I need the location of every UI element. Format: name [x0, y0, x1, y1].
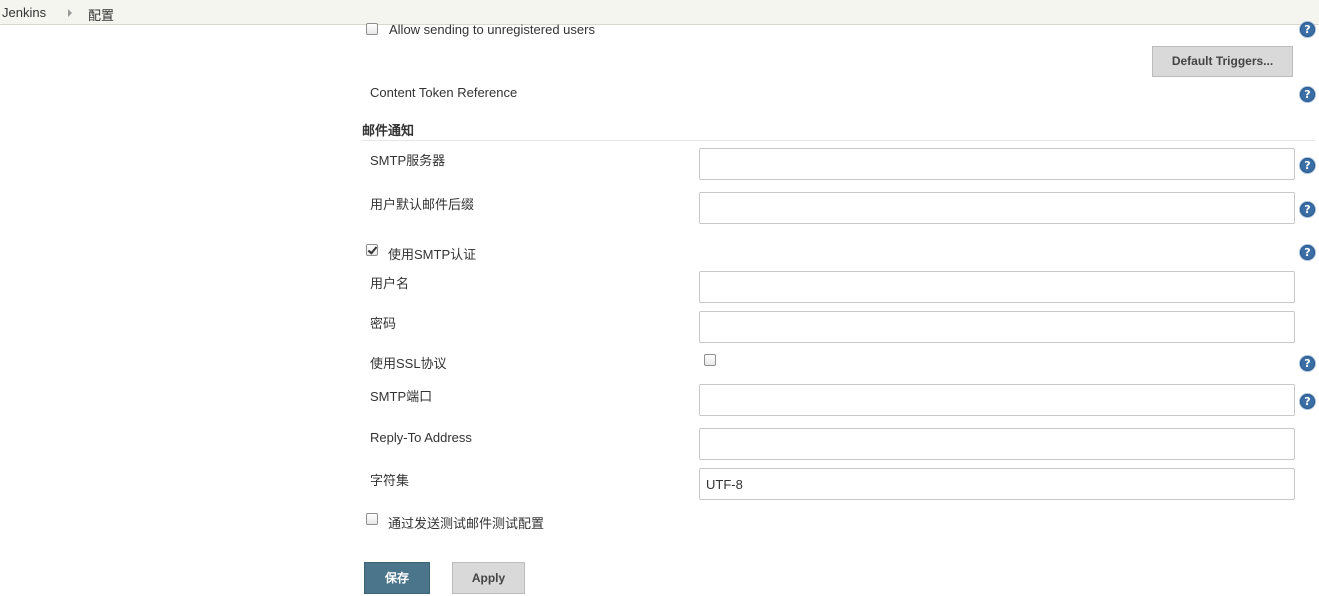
help-icon[interactable]: ? [1300, 394, 1315, 409]
allow-unregistered-checkbox[interactable] [366, 23, 378, 35]
section-title-mail: 邮件通知 [362, 123, 415, 138]
use-smtp-auth-checkbox[interactable] [366, 244, 378, 256]
use-ssl-checkbox[interactable] [704, 354, 716, 366]
default-triggers-button[interactable]: Default Triggers... [1152, 46, 1293, 77]
smtp-server-input[interactable] [699, 148, 1295, 180]
smtp-server-label: SMTP服务器 [370, 153, 446, 168]
charset-input[interactable] [699, 468, 1295, 500]
help-icon[interactable]: ? [1300, 158, 1315, 173]
breadcrumb: Jenkins 配置 [0, 0, 1319, 25]
smtp-port-input[interactable] [699, 384, 1295, 416]
username-input[interactable] [699, 271, 1295, 303]
help-icon[interactable]: ? [1300, 356, 1315, 371]
breadcrumb-current[interactable]: 配置 [88, 5, 114, 24]
smtp-port-label: SMTP端口 [370, 389, 433, 404]
password-input[interactable] [699, 311, 1295, 343]
chevron-right-icon[interactable] [68, 9, 72, 17]
use-smtp-auth-label: 使用SMTP认证 [388, 247, 477, 262]
help-icon[interactable]: ? [1300, 22, 1315, 37]
reply-to-input[interactable] [699, 428, 1295, 460]
use-ssl-label: 使用SSL协议 [370, 356, 447, 371]
section-divider [362, 140, 1315, 141]
default-suffix-label: 用户默认邮件后缀 [370, 197, 475, 212]
test-config-checkbox[interactable] [366, 513, 378, 525]
reply-to-label: Reply-To Address [370, 430, 472, 445]
default-suffix-input[interactable] [699, 192, 1295, 224]
charset-label: 字符集 [370, 473, 410, 488]
help-icon[interactable]: ? [1300, 202, 1315, 217]
help-icon[interactable]: ? [1300, 245, 1315, 260]
password-label: 密码 [370, 316, 397, 331]
test-config-label: 通过发送测试邮件测试配置 [388, 516, 545, 531]
breadcrumb-jenkins[interactable]: Jenkins [2, 5, 46, 20]
content-token-label: Content Token Reference [370, 85, 518, 100]
username-label: 用户名 [370, 276, 410, 291]
save-button[interactable]: 保存 [364, 562, 430, 594]
allow-unregistered-label: Allow sending to unregistered users [389, 22, 595, 37]
help-icon[interactable]: ? [1300, 87, 1315, 102]
apply-button[interactable]: Apply [452, 562, 525, 594]
